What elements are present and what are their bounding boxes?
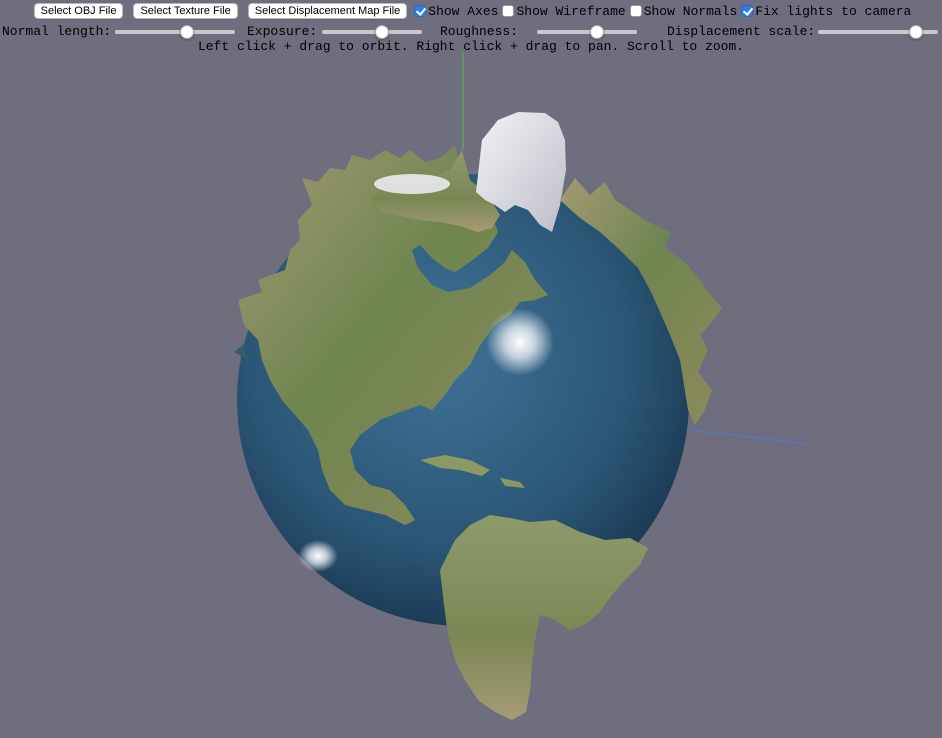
slider-thumb[interactable] — [375, 25, 389, 39]
normal-length-slider[interactable] — [115, 25, 235, 39]
3d-viewport[interactable] — [0, 0, 942, 738]
displacement-scale-slider[interactable] — [818, 25, 938, 39]
slider-thumb[interactable] — [909, 25, 924, 39]
fix-lights-checkbox[interactable]: Fix lights to camera — [741, 4, 911, 19]
checkbox-unchecked-icon[interactable] — [629, 5, 642, 17]
show-axes-label: Show Axes — [428, 3, 499, 19]
roughness-slider[interactable] — [537, 25, 637, 39]
select-obj-file-button[interactable]: Select OBJ File — [33, 3, 124, 19]
normal-length-label: Normal length: — [2, 24, 112, 39]
exposure-label: Exposure: — [247, 24, 318, 39]
specular-highlight-small — [298, 540, 338, 572]
instructions-text: Left click + drag to orbit. Right click … — [197, 39, 745, 54]
select-texture-file-button[interactable]: Select Texture File — [133, 3, 238, 19]
slider-thumb[interactable] — [180, 25, 194, 39]
specular-highlight-main — [486, 308, 554, 376]
exposure-slider[interactable] — [322, 25, 422, 39]
fix-lights-label: Fix lights to camera — [755, 3, 912, 19]
displacement-scale-label: Displacement scale: — [667, 24, 816, 39]
toolbar: Select OBJ File Select Texture File Sele… — [0, 0, 942, 22]
select-displacement-map-button[interactable]: Select Displacement Map File — [247, 3, 408, 19]
slider-thumb[interactable] — [590, 25, 604, 39]
globe-render — [234, 52, 809, 720]
checkbox-unchecked-icon[interactable] — [502, 5, 515, 17]
checkbox-checked-icon[interactable] — [741, 5, 754, 17]
arctic-ice — [374, 174, 450, 194]
show-wireframe-label: Show Wireframe — [516, 3, 626, 19]
south-america-landmass — [440, 515, 648, 720]
show-normals-checkbox[interactable]: Show Normals — [629, 3, 738, 19]
show-normals-label: Show Normals — [643, 3, 738, 19]
show-axes-checkbox[interactable]: Show Axes — [414, 4, 498, 19]
show-wireframe-checkbox[interactable]: Show Wireframe — [502, 3, 626, 19]
checkbox-checked-icon[interactable] — [414, 5, 427, 17]
roughness-label: Roughness: — [440, 24, 519, 39]
x-axis-line — [689, 429, 809, 445]
